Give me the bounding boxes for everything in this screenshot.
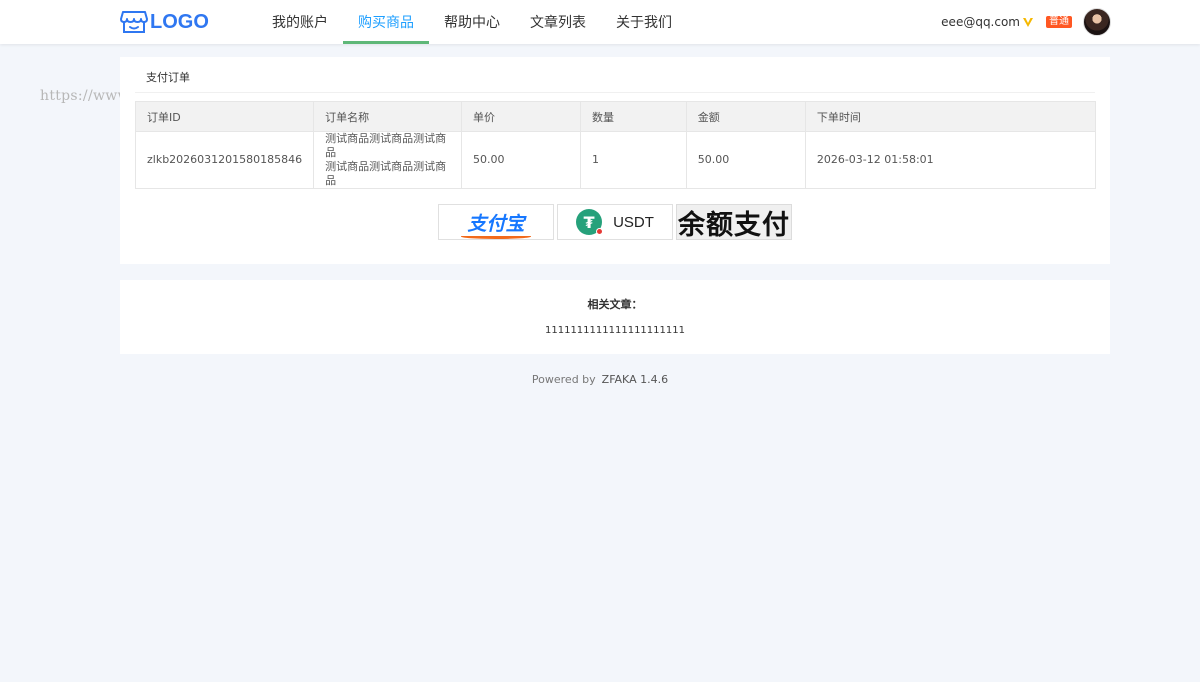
related-articles-card: 相关文章： 1111111111111111111111 [120, 280, 1110, 354]
payment-methods: 支付宝 ₮ USDT 余额支付 [438, 204, 792, 241]
col-header-order-id: 订单ID [134, 101, 315, 132]
order-name-line-1: 测试商品测试商品测试商品 [325, 132, 447, 159]
footer: Powered by ZFAKA 1.4.6 [0, 373, 1200, 386]
cell-unit-price: 50.00 [460, 131, 582, 189]
order-table: 订单ID 订单名称 单价 数量 金额 下单时间 zlkb202603120158… [134, 101, 1097, 189]
table-row: zlkb2026031201580185846 测试商品测试商品测试商品 测试商… [134, 131, 1097, 189]
top-header: LOGO 我的账户 购买商品 帮助中心 文章列表 关于我们 eee@qq.com… [0, 0, 1200, 44]
divider [135, 92, 1095, 93]
col-header-quantity: 数量 [580, 101, 687, 132]
user-email[interactable]: eee@qq.com [941, 15, 1020, 29]
vip-v-icon [1023, 18, 1033, 27]
usdt-label: USDT [613, 213, 654, 231]
related-articles-title: 相关文章： [587, 298, 643, 311]
cell-quantity: 1 [580, 131, 687, 189]
alipay-button[interactable]: 支付宝 [438, 204, 554, 240]
cell-order-time: 2026-03-12 01:58:01 [804, 131, 1097, 189]
logo-text: LOGO [150, 10, 209, 33]
table-header-row: 订单ID 订单名称 单价 数量 金额 下单时间 [134, 101, 1097, 132]
cell-order-id: zlkb2026031201580185846 [134, 131, 315, 189]
order-name-line-2: 测试商品测试商品测试商品 [325, 160, 447, 187]
user-level-badge: 普通 [1046, 16, 1072, 28]
card-title: 支付订单 [146, 71, 190, 84]
footer-brand-link[interactable]: ZFAKA 1.4.6 [602, 373, 668, 386]
tether-icon: ₮ [576, 209, 604, 235]
cell-amount: 50.00 [685, 131, 806, 189]
main-nav: 我的账户 购买商品 帮助中心 文章列表 关于我们 [257, 0, 687, 44]
article-link[interactable]: 1111111111111111111111 [120, 325, 1110, 336]
alipay-swoosh-icon [461, 234, 531, 239]
col-header-order-time: 下单时间 [804, 101, 1097, 132]
site-logo[interactable]: LOGO [120, 9, 209, 35]
nav-my-account[interactable]: 我的账户 [257, 0, 343, 44]
shop-icon [120, 11, 148, 33]
avatar[interactable] [1083, 8, 1111, 36]
usdt-button[interactable]: ₮ USDT [557, 204, 673, 240]
alipay-logo: 支付宝 [461, 209, 531, 239]
order-card: 支付订单 订单ID 订单名称 单价 数量 金额 下单时间 zlkb2026031… [120, 57, 1110, 264]
col-header-amount: 金额 [685, 101, 806, 132]
usdt-dot-icon [596, 228, 604, 235]
nav-help-center[interactable]: 帮助中心 [429, 0, 515, 44]
cell-order-name: 测试商品测试商品测试商品 测试商品测试商品测试商品 [313, 131, 462, 189]
nav-buy-products[interactable]: 购买商品 [343, 0, 429, 44]
user-area: eee@qq.com 普通 [941, 8, 1111, 36]
balance-pay-button[interactable]: 余额支付 [676, 204, 792, 241]
col-header-unit-price: 单价 [460, 101, 582, 132]
col-header-order-name: 订单名称 [313, 101, 462, 132]
powered-by-text: Powered by [531, 373, 596, 386]
nav-article-list[interactable]: 文章列表 [515, 0, 601, 44]
nav-about-us[interactable]: 关于我们 [601, 0, 687, 44]
